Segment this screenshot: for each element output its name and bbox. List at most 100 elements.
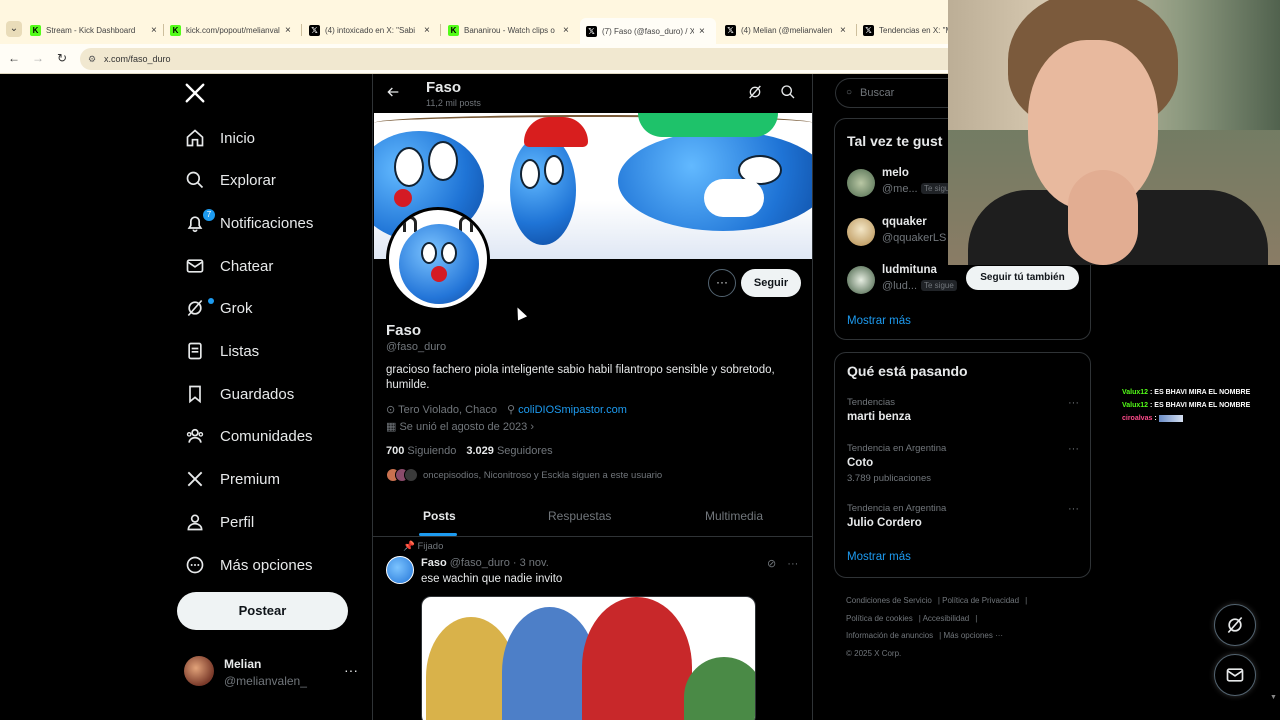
tab-respuestas[interactable]: Respuestas xyxy=(548,509,611,523)
footer-link[interactable]: Accesibilidad xyxy=(923,614,970,623)
header-profile-name: Faso xyxy=(426,79,462,96)
trend-context: Tendencias xyxy=(847,397,896,408)
trend-item[interactable]: Tendencia en Argentina Julio Cordero ··· xyxy=(847,503,1079,529)
scroll-down-arrow-icon[interactable]: ▼ xyxy=(1270,694,1277,701)
browser-tab[interactable]: K kick.com/popout/melianvalen/chat × xyxy=(170,21,295,39)
sidebar-item-chatear[interactable]: Chatear xyxy=(184,246,273,286)
browser-tab[interactable]: 𝕏 Tendencias en X: "M xyxy=(863,21,948,39)
avatar xyxy=(184,656,214,686)
forward-arrow-icon[interactable]: → xyxy=(30,51,46,65)
chevron-right-icon[interactable]: › xyxy=(530,421,534,433)
white-glove xyxy=(704,179,764,217)
grok-fab-button[interactable] xyxy=(1214,604,1256,646)
show-more-link[interactable]: Mostrar más xyxy=(847,315,911,327)
post-image[interactable] xyxy=(421,596,756,720)
footer-link[interactable]: Información de anuncios xyxy=(846,631,933,640)
show-more-link[interactable]: Mostrar más xyxy=(847,551,911,563)
trend-item[interactable]: Tendencia en Argentina Coto 3.789 public… xyxy=(847,443,1079,484)
sidebar-item-mas-opciones[interactable]: Más opciones xyxy=(184,545,313,585)
more-icon[interactable]: ··· xyxy=(1068,503,1079,515)
back-arrow-icon[interactable] xyxy=(385,84,401,104)
location: ⊙ Tero Violado, Chaco xyxy=(386,403,497,416)
messages-fab-button[interactable] xyxy=(1214,654,1256,696)
x-logo[interactable] xyxy=(184,82,210,108)
account-switcher[interactable]: Melian @melianvalen_ ··· xyxy=(184,654,364,690)
post-date[interactable]: · 3 nov. xyxy=(513,557,549,569)
footer-link[interactable]: Más opciones ··· xyxy=(943,631,1003,640)
grok-icon[interactable]: ⊘ xyxy=(767,558,776,570)
post-avatar[interactable] xyxy=(386,556,414,584)
close-icon[interactable]: × xyxy=(151,25,157,36)
sidebar-item-perfil[interactable]: Perfil xyxy=(184,502,254,542)
sidebar-item-inicio[interactable]: Inicio xyxy=(184,118,255,158)
browser-tab[interactable]: 𝕏 (4) Melian (@melianvalen × xyxy=(725,21,850,39)
url-input[interactable]: ⚙ x.com/faso_duro xyxy=(80,48,960,70)
more-icon[interactable]: ··· xyxy=(1068,397,1079,409)
join-date: ▦ Se unió el agosto de 2023 › xyxy=(386,420,534,433)
sidebar-item-notificaciones[interactable]: 7 Notificaciones xyxy=(184,203,313,243)
tab-title: Stream - Kick Dashboard xyxy=(46,25,136,35)
sidebar-item-listas[interactable]: Listas xyxy=(184,331,259,371)
footer-link[interactable]: Condiciones de Servicio xyxy=(846,596,932,605)
follow-button[interactable]: Seguir xyxy=(741,269,801,297)
card-title: Tal vez te gust xyxy=(847,133,943,149)
x-icon: 𝕏 xyxy=(586,25,597,37)
followers-link[interactable]: 3.029 Seguidores xyxy=(466,445,552,457)
browser-tab[interactable]: 𝕏 (4) intoxicado en X: "Sabi × xyxy=(309,21,434,39)
chat-message: Valux12 : ES BHAVI MIRA EL NOMBRE xyxy=(1122,389,1251,396)
browser-tab[interactable]: K Bananirou - Watch clips o × xyxy=(448,21,573,39)
follow-too-button[interactable]: Seguir tú también xyxy=(966,266,1079,290)
following-link[interactable]: 700 Siguiendo xyxy=(386,445,456,457)
followed-by[interactable]: oncepisodios, Niconitroso y Esckla sigue… xyxy=(386,467,662,483)
footer-link[interactable]: Política de cookies xyxy=(846,614,913,623)
sidebar-item-explorar[interactable]: Explorar xyxy=(184,160,276,200)
home-icon xyxy=(184,127,206,149)
grok-icon[interactable] xyxy=(746,84,764,102)
site-info-icon[interactable]: ⚙ xyxy=(88,48,96,70)
user-icon xyxy=(184,511,206,533)
sidebar-item-comunidades[interactable]: Comunidades xyxy=(184,416,313,456)
post-handle[interactable]: @faso_duro xyxy=(450,557,510,569)
post-button[interactable]: Postear xyxy=(177,592,348,630)
post-author[interactable]: Faso xyxy=(421,557,447,569)
close-icon[interactable]: × xyxy=(424,25,430,36)
trend-context: Tendencia en Argentina xyxy=(847,503,947,514)
blue-character xyxy=(510,135,576,245)
sidebar-item-grok[interactable]: Grok xyxy=(184,288,253,328)
trends-card: Qué está pasando Tendencias marti benza … xyxy=(834,352,1091,578)
close-icon[interactable]: × xyxy=(285,25,291,36)
search-input[interactable]: ○ Buscar xyxy=(835,78,953,108)
more-icon[interactable]: ··· xyxy=(1068,443,1079,455)
website-link[interactable]: coliDIOSmipastor.com xyxy=(518,404,627,416)
website[interactable]: ⚲ coliDIOSmipastor.com xyxy=(507,403,627,416)
sidebar-item-premium[interactable]: Premium xyxy=(184,459,280,499)
more-options-button[interactable]: ··· xyxy=(708,269,736,297)
footer-link[interactable]: Política de Privacidad xyxy=(942,596,1019,605)
list-icon xyxy=(184,340,206,362)
account-more-icon[interactable]: ··· xyxy=(344,662,358,678)
avatar xyxy=(847,169,875,197)
sidebar-item-guardados[interactable]: Guardados xyxy=(184,374,294,414)
profile-avatar[interactable] xyxy=(386,207,490,311)
more-icon[interactable]: ··· xyxy=(787,558,798,570)
notification-badge: 7 xyxy=(203,209,215,221)
browser-tab[interactable]: K Stream - Kick Dashboard × xyxy=(30,21,158,39)
back-arrow-icon[interactable]: ← xyxy=(6,51,22,65)
stream-chat-overlay: Valux12 : ES BHAVI MIRA EL NOMBRE Valux1… xyxy=(1122,386,1272,425)
x-icon: 𝕏 xyxy=(309,24,320,36)
trend-item[interactable]: Tendencias marti benza ··· xyxy=(847,397,1079,423)
close-icon[interactable]: × xyxy=(699,26,705,37)
tab-posts[interactable]: Posts xyxy=(423,509,456,523)
search-icon xyxy=(184,169,206,191)
search-icon[interactable] xyxy=(779,84,797,102)
header-post-count: 11,2 mil posts xyxy=(426,98,481,108)
emote-icon xyxy=(1158,414,1183,422)
close-icon[interactable]: × xyxy=(840,25,846,36)
reload-icon[interactable]: ↻ xyxy=(54,51,70,65)
tab-search-button[interactable]: ⌄ xyxy=(6,21,22,37)
calendar-icon: ▦ xyxy=(386,421,397,433)
browser-tab-active[interactable]: 𝕏 (7) Faso (@faso_duro) / X × xyxy=(580,18,716,44)
close-icon[interactable]: × xyxy=(563,25,569,36)
user-handle: @me... xyxy=(882,183,918,195)
tab-multimedia[interactable]: Multimedia xyxy=(705,509,763,523)
